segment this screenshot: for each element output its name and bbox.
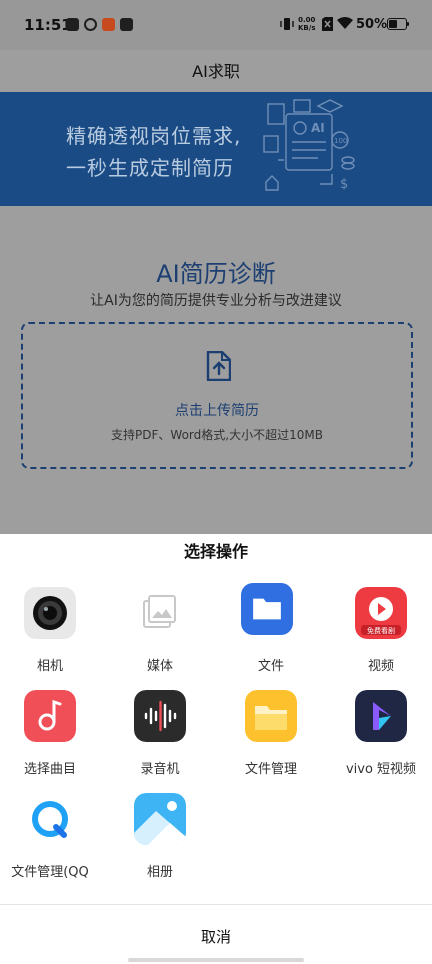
illustration-ai-text: AI (311, 121, 325, 135)
app-notification-icon (84, 18, 97, 31)
app-label: 文件管理(QQ (11, 865, 89, 880)
no-sim-icon (322, 17, 333, 31)
upload-hint: 支持PDF、Word格式,大小不超过10MB (111, 428, 323, 442)
app-option-qq-file-manager[interactable]: 文件管理(QQ (0, 793, 104, 893)
page-title: AI求职 (192, 62, 240, 81)
status-time: 11:51 (24, 16, 72, 34)
app-label: vivo 短视频 (345, 762, 417, 777)
banner-line-1: 精确透视岗位需求, (66, 124, 242, 148)
upload-file-icon (206, 351, 231, 381)
home-indicator[interactable] (128, 958, 304, 962)
app-bar: AI求职 (0, 50, 432, 90)
qq-browser-icon (24, 793, 76, 845)
illustration-score-text: 100 (334, 137, 347, 145)
battery-percent: 50% (356, 17, 388, 32)
music-note-icon (24, 690, 76, 742)
voice-recorder-icon (134, 690, 186, 742)
file-manager-icon (245, 690, 297, 742)
promo-banner[interactable]: 精确透视岗位需求, 一秒生成定制简历 AI 100 $ (0, 92, 432, 206)
app-label: 相机 (36, 659, 63, 674)
folder-icon (241, 583, 293, 635)
app-option-vivo-short-video[interactable]: vivo 短视频 (327, 690, 432, 790)
action-sheet: 选择操作 相机 媒体 文件 免费看剧 视频 选择曲目 录音机 文件管理 vivo… (0, 534, 432, 964)
app-label: 录音机 (140, 762, 180, 777)
app-option-media[interactable]: 媒体 (106, 587, 214, 687)
net-speed-unit: KB/s (298, 24, 316, 32)
app-label: 媒体 (146, 659, 173, 674)
net-speed-value: 0.00 (298, 16, 316, 24)
diagnosis-title: AI简历诊断 (156, 260, 276, 288)
app-label: 视频 (367, 659, 394, 674)
upload-resume-area[interactable]: 点击上传简历 支持PDF、Word格式,大小不超过10MB (21, 322, 413, 469)
network-speed: 0.00 KB/s (298, 16, 315, 32)
vibrate-icon (280, 18, 294, 30)
app-label: 文件 (257, 659, 284, 674)
sheet-title: 选择操作 (183, 542, 248, 561)
upload-label: 点击上传简历 (175, 403, 259, 419)
app-option-camera[interactable]: 相机 (0, 587, 104, 687)
media-gallery-icon (134, 587, 186, 639)
app-option-video[interactable]: 免费看剧 视频 (327, 587, 432, 687)
app-option-files[interactable]: 文件 (217, 583, 325, 687)
orange-app-notification-icon (102, 18, 115, 31)
banner-line-2: 一秒生成定制简历 (66, 156, 234, 180)
cancel-button[interactable]: 取消 (0, 926, 432, 947)
sheet-divider (0, 904, 432, 905)
resume-illustration-icon: AI 100 $ (263, 99, 355, 192)
app-label: 相册 (146, 865, 173, 880)
svg-text:$: $ (340, 177, 348, 192)
diagnosis-subtitle: 让AI为您的简历提供专业分析与改进建议 (90, 293, 342, 309)
camera-icon (24, 587, 76, 639)
album-icon (134, 793, 186, 845)
app-option-select-track[interactable]: 选择曲目 (0, 690, 104, 790)
app-option-album[interactable]: 相册 (106, 793, 214, 893)
battery-icon (387, 18, 409, 30)
calendar-notification-icon (66, 18, 79, 31)
app-label: 选择曲目 (23, 762, 76, 777)
wifi-icon (337, 17, 353, 29)
video-icon: 免费看剧 (355, 587, 407, 639)
app-label: 文件管理 (244, 762, 297, 777)
status-bar: 11:51 0.00 KB/s 50% (0, 0, 432, 50)
message-notification-icon (120, 18, 133, 31)
app-option-file-manager[interactable]: 文件管理 (217, 690, 325, 790)
app-option-recorder[interactable]: 录音机 (106, 690, 214, 790)
vivo-short-video-icon (355, 690, 407, 742)
video-badge: 免费看剧 (367, 626, 395, 635)
